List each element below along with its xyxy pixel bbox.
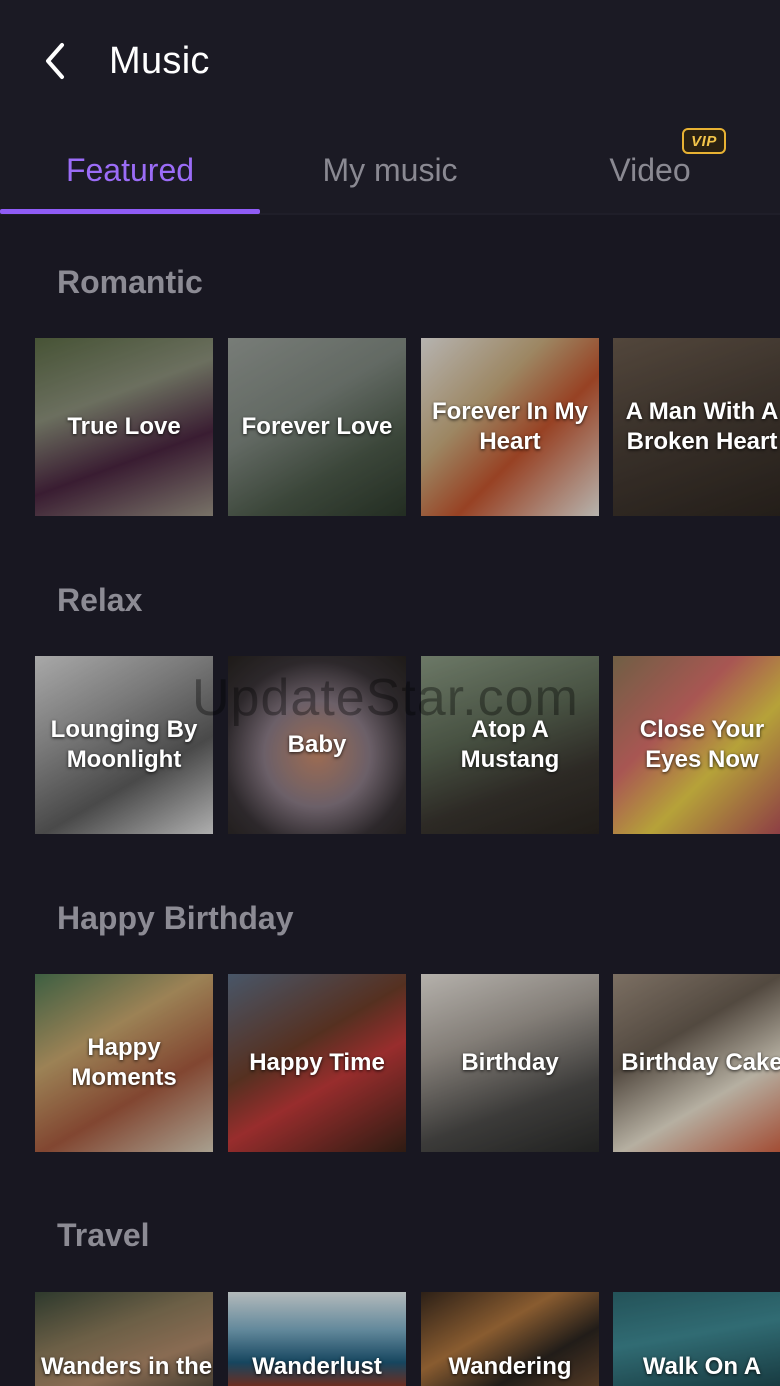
music-card[interactable]: True Love: [35, 338, 213, 516]
tab-my-music[interactable]: My music: [260, 125, 520, 215]
happy-birthday-row: Happy Moments Happy Time Birthday Birthd…: [35, 974, 780, 1152]
card-title: Baby: [287, 731, 347, 758]
section-title-romantic: Romantic: [57, 264, 203, 300]
card-title: Happy Moments: [71, 1034, 177, 1091]
card-title: Forever In My Heart: [431, 398, 589, 455]
card-title: Birthday Cake: [621, 1049, 780, 1076]
card-title: A Man With A Broken Heart: [625, 398, 779, 455]
chevron-left-icon: [46, 43, 64, 79]
music-card[interactable]: Happy Moments: [35, 974, 213, 1152]
page-title: Music: [109, 40, 210, 82]
tab-video[interactable]: Video: [520, 125, 780, 215]
music-card[interactable]: Wanderlust: [228, 1292, 406, 1386]
vip-badge: VIP: [682, 128, 726, 154]
card-title: Forever Love: [241, 413, 393, 440]
travel-row: Wanders in the Wanderlust Wandering Walk…: [35, 1292, 780, 1386]
music-card[interactable]: Birthday Cake: [613, 974, 780, 1152]
card-title: Wanderlust: [252, 1353, 382, 1380]
card-title: Birthday: [461, 1049, 559, 1076]
music-card[interactable]: Wanders in the: [35, 1292, 213, 1386]
top-app-bar: Music: [0, 0, 780, 125]
card-title: True Love: [67, 413, 181, 440]
card-title: Atop A Mustang: [460, 716, 560, 773]
music-card[interactable]: Atop A Mustang: [421, 656, 599, 834]
card-title: Wanders in the: [41, 1353, 213, 1380]
tab-bar: Featured My music Video: [0, 125, 780, 215]
tab-featured[interactable]: Featured: [0, 125, 260, 215]
active-tab-indicator: [0, 209, 260, 214]
card-title: Lounging By Moonlight: [50, 716, 198, 773]
music-card[interactable]: A Man With A Broken Heart: [613, 338, 780, 516]
music-card[interactable]: Lounging By Moonlight: [35, 656, 213, 834]
romantic-row: True Love Forever Love Forever In My Hea…: [35, 338, 780, 516]
card-title: Wandering: [448, 1353, 572, 1380]
music-card[interactable]: Baby: [228, 656, 406, 834]
section-title-travel: Travel: [57, 1217, 150, 1253]
music-card[interactable]: Birthday: [421, 974, 599, 1152]
card-title: Close Your Eyes Now: [639, 716, 765, 773]
relax-row: Lounging By Moonlight Baby Atop A Mustan…: [35, 656, 780, 834]
card-title: Happy Time: [249, 1049, 385, 1076]
back-button[interactable]: [30, 36, 80, 86]
section-title-happy-birthday: Happy Birthday: [57, 900, 294, 936]
card-title: Walk On A: [642, 1353, 762, 1380]
music-card[interactable]: Happy Time: [228, 974, 406, 1152]
music-card[interactable]: Forever In My Heart: [421, 338, 599, 516]
music-card[interactable]: Wandering: [421, 1292, 599, 1386]
section-title-relax: Relax: [57, 582, 143, 618]
music-card[interactable]: Walk On A: [613, 1292, 780, 1386]
music-card[interactable]: Forever Love: [228, 338, 406, 516]
music-card[interactable]: Close Your Eyes Now: [613, 656, 780, 834]
